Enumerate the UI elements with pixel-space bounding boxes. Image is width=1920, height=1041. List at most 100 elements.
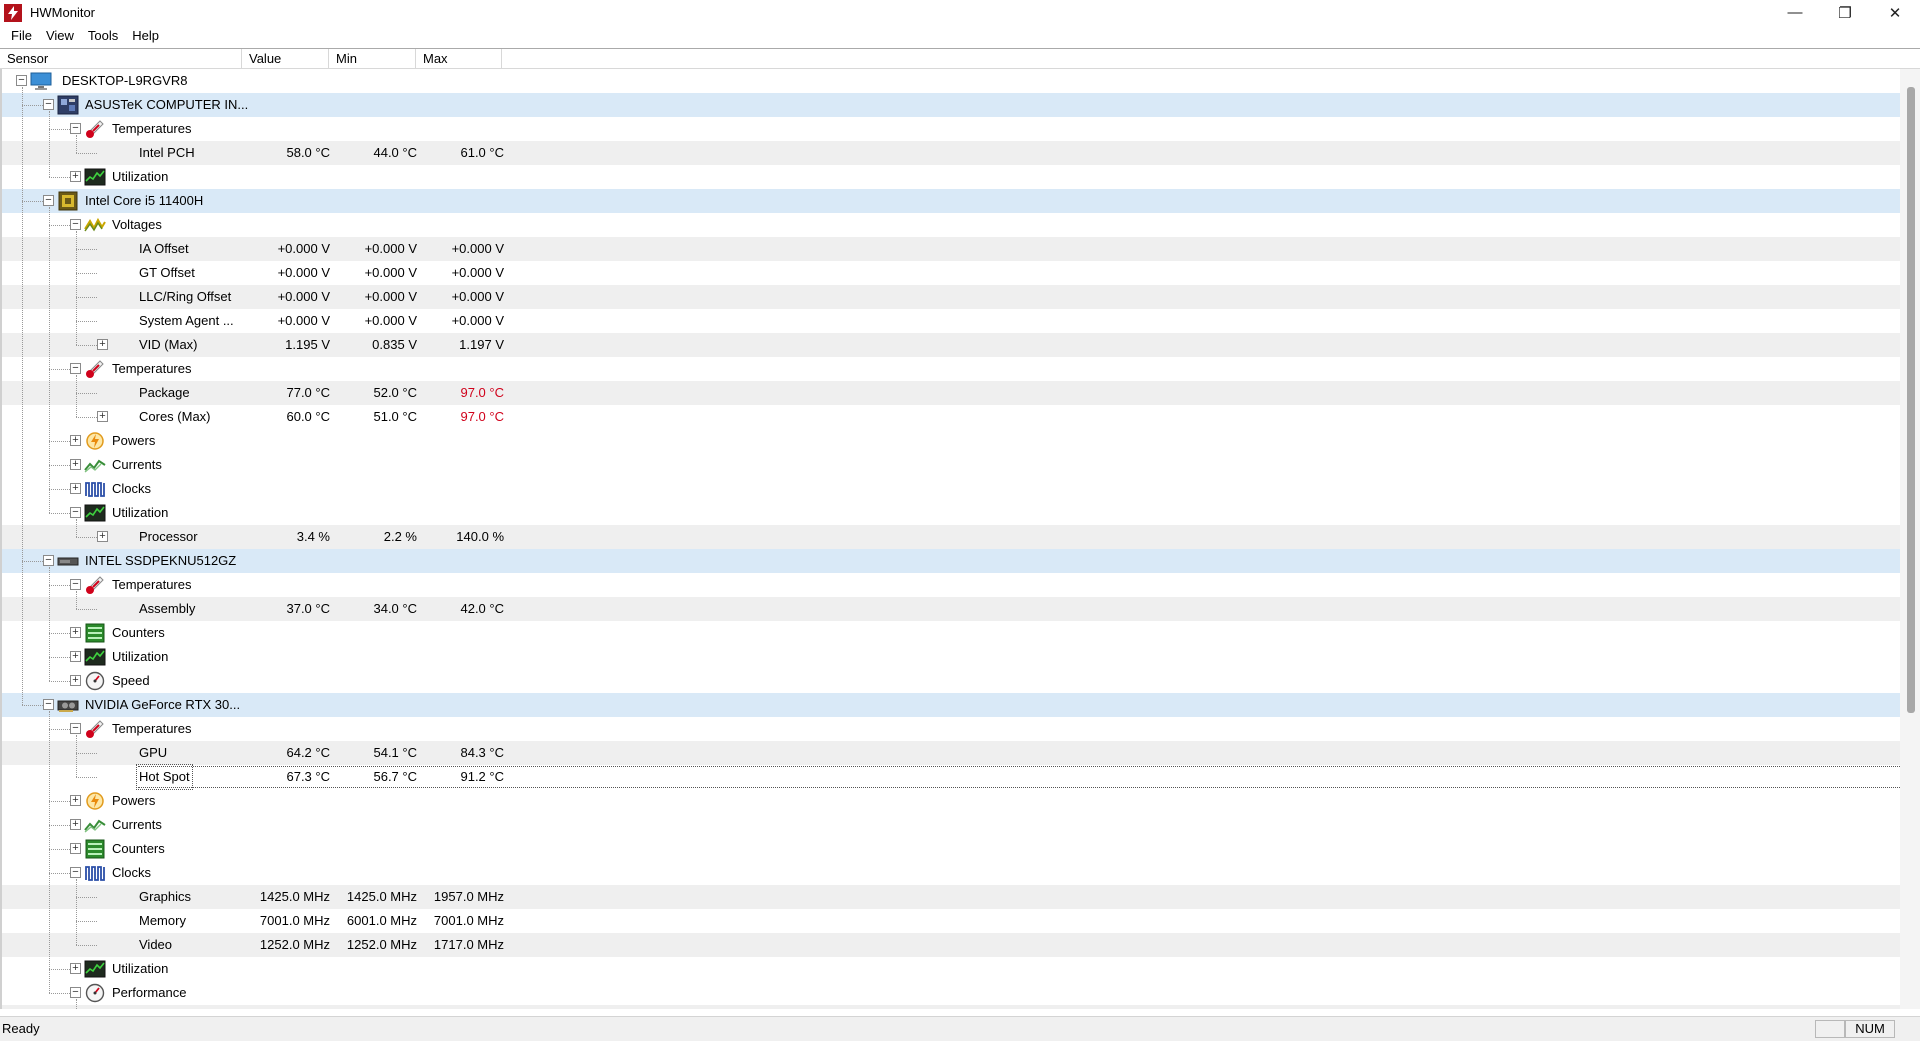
sensor-name: GT Offset xyxy=(139,265,195,280)
sensor-row[interactable]: Package 77.0 °C 52.0 °C 97.0 °C xyxy=(2,381,1900,405)
sensor-min: 6001.0 MHz xyxy=(346,913,417,928)
collapse-toggle[interactable]: − xyxy=(70,123,81,134)
column-sensor[interactable]: Sensor xyxy=(0,49,242,69)
tree-node-row[interactable]: + Utilization xyxy=(2,957,1900,981)
column-min[interactable]: Min xyxy=(329,49,416,69)
collapse-toggle[interactable]: − xyxy=(70,507,81,518)
sensor-value: 1425.0 MHz xyxy=(259,889,330,904)
minimize-button[interactable]: — xyxy=(1770,0,1820,25)
sensor-max: 84.3 °C xyxy=(460,745,504,760)
power-icon xyxy=(84,431,106,451)
sensor-row[interactable]: Assembly 37.0 °C 34.0 °C 42.0 °C xyxy=(2,597,1900,621)
collapse-toggle[interactable]: − xyxy=(43,99,54,110)
tree-connector xyxy=(76,297,97,298)
sensor-min: 1252.0 MHz xyxy=(346,937,417,952)
tree-node-row[interactable]: − Utilization xyxy=(2,501,1900,525)
tree-node-row[interactable]: − Performance xyxy=(2,981,1900,1005)
sensor-name: Counters xyxy=(112,841,165,856)
sensor-tree[interactable]: − DESKTOP-L9RGVR8− ASUSTeK COMPUTER IN... −… xyxy=(0,69,1900,1009)
tree-connector xyxy=(76,273,97,274)
sensor-row[interactable]: Intel PCH 58.0 °C 44.0 °C 61.0 °C xyxy=(2,141,1900,165)
collapse-toggle[interactable]: − xyxy=(43,699,54,710)
tree-node-row[interactable]: + Counters xyxy=(2,837,1900,861)
collapse-toggle[interactable]: − xyxy=(70,363,81,374)
tree-connector xyxy=(49,849,70,850)
tree-node-row[interactable]: − Temperatures xyxy=(2,117,1900,141)
collapse-toggle[interactable]: − xyxy=(16,75,27,86)
column-value[interactable]: Value xyxy=(242,49,329,69)
sensor-value: 37.0 °C xyxy=(286,601,330,616)
sensor-value: +0.000 V xyxy=(277,265,330,280)
menu-tools[interactable]: Tools xyxy=(81,25,125,47)
tree-node-row[interactable]: + Utilization xyxy=(2,645,1900,669)
sensor-row[interactable]: System Agent ... +0.000 V +0.000 V +0.000 V xyxy=(2,309,1900,333)
tree-node-row[interactable]: − Temperatures xyxy=(2,573,1900,597)
collapse-toggle[interactable]: − xyxy=(70,987,81,998)
tree-node-row[interactable]: + Counters xyxy=(2,621,1900,645)
tree-node-row[interactable]: − Voltages xyxy=(2,213,1900,237)
expand-toggle[interactable]: + xyxy=(70,675,81,686)
vertical-scrollbar[interactable] xyxy=(1900,69,1920,1009)
close-button[interactable]: ✕ xyxy=(1870,0,1920,25)
menu-view[interactable]: View xyxy=(39,25,81,47)
collapse-toggle[interactable]: − xyxy=(43,195,54,206)
expand-toggle[interactable]: + xyxy=(97,531,108,542)
sensor-value: 3.4 % xyxy=(296,529,330,544)
sensor-row[interactable]: LLC/Ring Offset +0.000 V +0.000 V +0.000 V xyxy=(2,285,1900,309)
tree-node-row[interactable]: + Powers xyxy=(2,429,1900,453)
tree-node-row[interactable]: + Clocks xyxy=(2,477,1900,501)
tree-node-row[interactable]: − Intel Core i5 11400H xyxy=(2,189,1900,213)
sensor-max: +0.000 V xyxy=(451,241,504,256)
sensor-row[interactable]: Hot Spot 67.3 °C 56.7 °C 91.2 °C xyxy=(2,764,1900,790)
tree-node-row[interactable]: + Speed xyxy=(2,669,1900,693)
collapse-toggle[interactable]: − xyxy=(70,867,81,878)
tree-node-row[interactable]: − Clocks xyxy=(2,861,1900,885)
restore-button[interactable]: ❐ xyxy=(1820,0,1870,25)
sensor-row[interactable]: GPU 64.2 °C 54.1 °C 84.3 °C xyxy=(2,741,1900,765)
tree-node-row[interactable]: − DESKTOP-L9RGVR8 xyxy=(2,69,1900,93)
scrollbar-thumb[interactable] xyxy=(1907,87,1915,713)
menu-file[interactable]: File xyxy=(4,25,39,47)
tree-node-row[interactable]: + Currents xyxy=(2,453,1900,477)
sensor-row[interactable]: Graphics 1425.0 MHz 1425.0 MHz 1957.0 MHz xyxy=(2,885,1900,909)
sensor-row[interactable]: + Cores (Max) 60.0 °C 51.0 °C 97.0 °C xyxy=(2,405,1900,429)
tree-node-row[interactable]: − Temperatures xyxy=(2,717,1900,741)
tree-node-row[interactable]: − ASUSTeK COMPUTER IN... xyxy=(2,93,1900,117)
collapse-toggle[interactable]: − xyxy=(70,723,81,734)
expand-toggle[interactable]: + xyxy=(70,459,81,470)
tree-node-row[interactable]: + Powers xyxy=(2,789,1900,813)
sensor-row[interactable]: Power Limit001 xyxy=(2,1005,1900,1009)
tree-node-row[interactable]: + Utilization xyxy=(2,165,1900,189)
expand-toggle[interactable]: + xyxy=(70,651,81,662)
sensor-value: 1.195 V xyxy=(285,337,330,352)
expand-toggle[interactable]: + xyxy=(70,483,81,494)
sensor-row[interactable]: IA Offset +0.000 V +0.000 V +0.000 V xyxy=(2,237,1900,261)
expand-toggle[interactable]: + xyxy=(70,819,81,830)
column-max[interactable]: Max xyxy=(416,49,502,69)
sensor-row[interactable]: Video 1252.0 MHz 1252.0 MHz 1717.0 MHz xyxy=(2,933,1900,957)
sensor-name: DESKTOP-L9RGVR8 xyxy=(62,73,188,88)
tree-node-row[interactable]: − Temperatures xyxy=(2,357,1900,381)
expand-toggle[interactable]: + xyxy=(97,339,108,350)
tree-connector xyxy=(76,153,97,154)
expand-toggle[interactable]: + xyxy=(70,627,81,638)
sensor-row[interactable]: + Processor 3.4 % 2.2 % 140.0 % xyxy=(2,525,1900,549)
sensor-row[interactable]: + VID (Max) 1.195 V 0.835 V 1.197 V xyxy=(2,333,1900,357)
expand-toggle[interactable]: + xyxy=(70,171,81,182)
temperature-icon xyxy=(84,119,106,139)
collapse-toggle[interactable]: − xyxy=(43,555,54,566)
collapse-toggle[interactable]: − xyxy=(70,219,81,230)
counter-icon xyxy=(84,839,106,859)
collapse-toggle[interactable]: − xyxy=(70,579,81,590)
expand-toggle[interactable]: + xyxy=(70,435,81,446)
expand-toggle[interactable]: + xyxy=(70,963,81,974)
expand-toggle[interactable]: + xyxy=(70,843,81,854)
tree-node-row[interactable]: − NVIDIA GeForce RTX 30... xyxy=(2,693,1900,717)
tree-node-row[interactable]: − INTEL SSDPEKNU512GZ xyxy=(2,549,1900,573)
sensor-row[interactable]: Memory 7001.0 MHz 6001.0 MHz 7001.0 MHz xyxy=(2,909,1900,933)
menu-help[interactable]: Help xyxy=(125,25,166,47)
tree-node-row[interactable]: + Currents xyxy=(2,813,1900,837)
expand-toggle[interactable]: + xyxy=(70,795,81,806)
expand-toggle[interactable]: + xyxy=(97,411,108,422)
sensor-row[interactable]: GT Offset +0.000 V +0.000 V +0.000 V xyxy=(2,261,1900,285)
